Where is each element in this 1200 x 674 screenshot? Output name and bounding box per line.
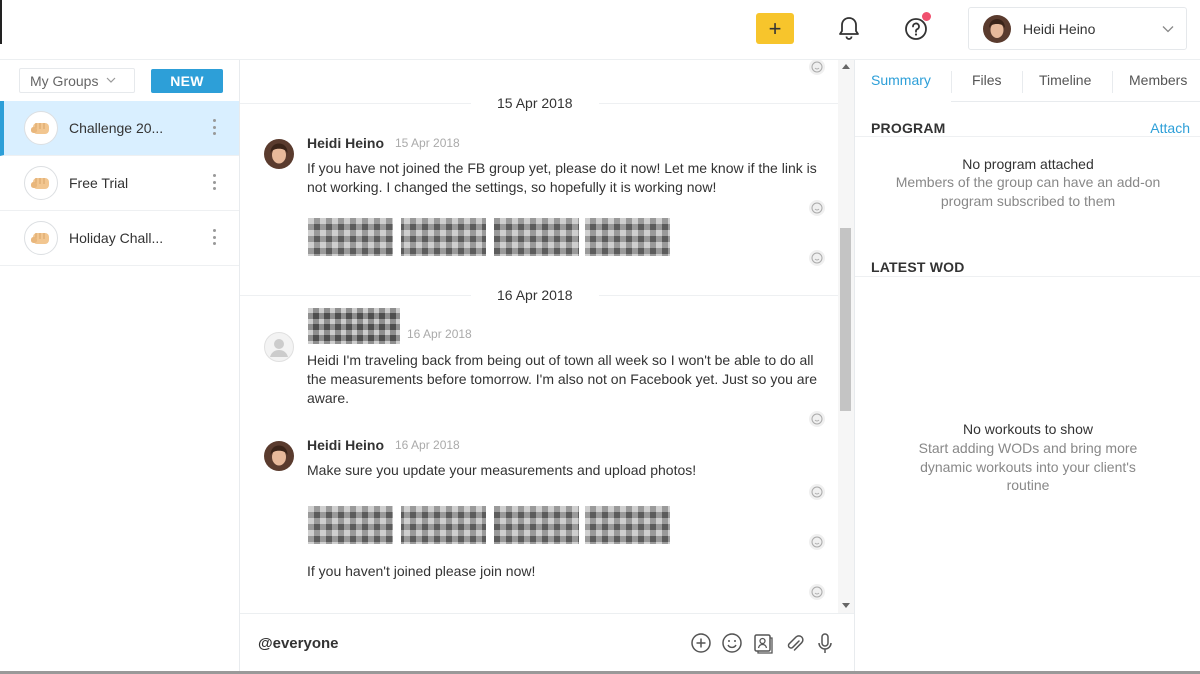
emoji-react-icon[interactable] <box>808 483 826 501</box>
paperclip-icon[interactable] <box>783 632 805 654</box>
tab-timeline[interactable]: Timeline <box>1039 72 1091 88</box>
message-composer[interactable]: @everyone <box>240 613 854 672</box>
top-bar: + Heidi Heino <box>0 0 1200 60</box>
add-circle-icon[interactable] <box>690 632 712 654</box>
chevron-down-icon <box>1162 25 1174 32</box>
tab-summary[interactable]: Summary <box>871 72 931 88</box>
group-item[interactable]: Challenge 20... <box>0 101 239 156</box>
fist-icon <box>24 111 58 145</box>
scroll-down-arrow[interactable] <box>842 603 850 608</box>
group-item[interactable]: Free Trial <box>0 156 239 211</box>
groups-sidebar: My Groups NEW Challenge 20... Free Trial… <box>0 60 240 672</box>
bell-icon[interactable] <box>835 14 863 42</box>
redacted-link[interactable] <box>308 218 670 256</box>
tab-separator <box>951 71 952 93</box>
more-options-icon[interactable] <box>213 174 217 190</box>
message-time: 15 Apr 2018 <box>395 136 460 150</box>
details-tabs: Summary Files Timeline Members <box>855 60 1200 102</box>
chevron-down-icon <box>107 77 116 83</box>
group-list: Challenge 20... Free Trial Holiday Chall… <box>0 101 239 266</box>
fist-icon <box>24 166 58 200</box>
user-avatar <box>983 14 1011 43</box>
message-text: Make sure you update your measurements a… <box>307 462 697 478</box>
message-text: Heidi I'm traveling back from being out … <box>307 352 818 406</box>
chat-feed: 15 Apr 2018 Heidi Heino 15 Apr 2018 If y… <box>240 60 854 613</box>
program-empty-subtitle: Members of the group can have an add-on … <box>895 174 1161 209</box>
more-options-icon[interactable] <box>213 229 217 245</box>
day-label: 16 Apr 2018 <box>471 287 599 303</box>
active-tab-indicator <box>855 100 951 102</box>
redacted-author <box>308 308 400 344</box>
emoji-react-icon[interactable] <box>808 249 826 267</box>
day-label: 15 Apr 2018 <box>471 95 599 111</box>
scroll-thumb[interactable] <box>840 228 851 411</box>
default-avatar-icon <box>264 332 294 362</box>
microphone-icon[interactable] <box>814 632 836 654</box>
emoji-icon[interactable] <box>721 632 743 654</box>
wod-section-title: LATEST WOD <box>871 259 965 275</box>
tab-separator <box>1112 71 1113 93</box>
notification-dot <box>922 12 931 21</box>
program-empty-title: No program attached <box>962 156 1094 172</box>
group-details-panel: Summary Files Timeline Members PROGRAM A… <box>854 60 1200 672</box>
user-avatar <box>264 441 294 471</box>
scroll-up-arrow[interactable] <box>842 64 850 69</box>
message-author: Heidi Heino <box>307 437 385 453</box>
emoji-react-icon[interactable] <box>808 533 826 551</box>
emoji-react-icon[interactable] <box>808 199 826 217</box>
user-name: Heidi Heino <box>1023 20 1096 37</box>
tab-files[interactable]: Files <box>972 72 1002 88</box>
group-filter-value: My Groups <box>30 72 99 89</box>
attach-program-link[interactable]: Attach <box>1150 120 1190 136</box>
section-divider <box>855 276 1200 277</box>
message-text: If you haven't joined please join now! <box>307 563 536 579</box>
contact-card-icon[interactable] <box>752 632 774 654</box>
group-item[interactable]: Holiday Chall... <box>0 211 239 266</box>
tab-separator <box>1022 71 1023 93</box>
wod-empty-title: No workouts to show <box>963 421 1093 437</box>
group-filter-select[interactable]: My Groups <box>19 68 135 93</box>
more-options-icon[interactable] <box>213 119 217 135</box>
user-menu[interactable]: Heidi Heino <box>968 7 1187 50</box>
message-author: Heidi Heino <box>307 135 385 151</box>
fist-icon <box>24 221 58 255</box>
tab-members[interactable]: Members <box>1129 72 1187 88</box>
redacted-link[interactable] <box>308 506 670 544</box>
message-time: 16 Apr 2018 <box>395 438 460 452</box>
add-button[interactable]: + <box>756 13 794 44</box>
wod-empty-subtitle: Start adding WODs and bring more dynamic… <box>918 440 1138 493</box>
emoji-react-icon[interactable] <box>808 60 826 76</box>
message-text: If you have not joined the FB group yet,… <box>307 160 817 195</box>
section-divider <box>855 136 1200 137</box>
emoji-react-icon[interactable] <box>808 583 826 601</box>
program-section-title: PROGRAM <box>871 120 946 136</box>
window-edge <box>0 0 2 44</box>
user-avatar <box>264 139 294 169</box>
message-time: 16 Apr 2018 <box>407 327 472 341</box>
composer-input[interactable]: @everyone <box>258 635 339 652</box>
emoji-react-icon[interactable] <box>808 410 826 428</box>
new-group-button[interactable]: NEW <box>151 69 223 93</box>
